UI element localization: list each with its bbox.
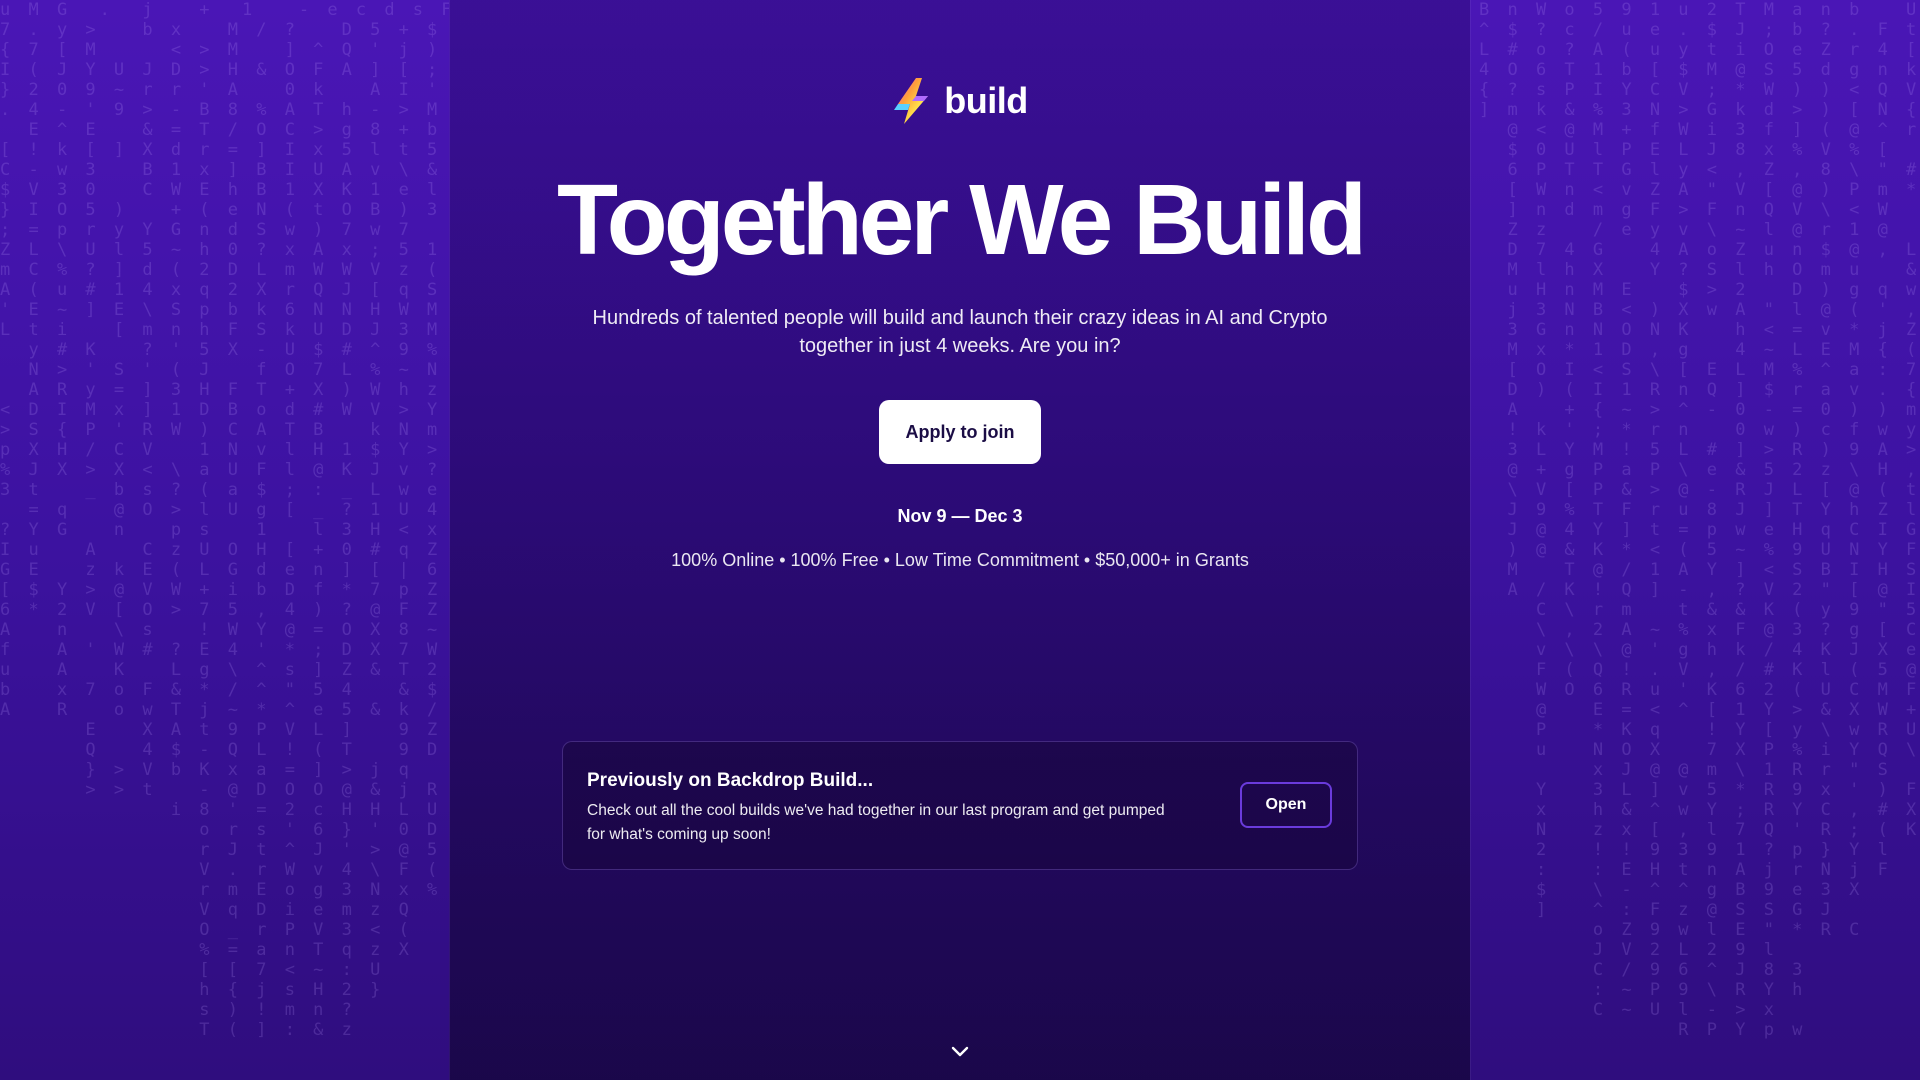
chevron-down-icon[interactable] [948, 1040, 972, 1064]
brand-logo[interactable]: build [0, 78, 1920, 124]
card-description: Check out all the cool builds we've had … [587, 802, 1165, 843]
previous-build-card: Previously on Backdrop Build... Check ou… [562, 741, 1358, 870]
landing-page: u M G . j + 1 - e c d s F d 7 . y > b x … [0, 0, 1920, 1080]
hero-title: Together We Build [556, 164, 1367, 276]
brand-name: build [944, 80, 1028, 121]
event-features: 100% Online • 100% Free • Low Time Commi… [671, 550, 1249, 570]
card-title: Previously on Backdrop Build... [587, 770, 874, 791]
apply-to-join-button[interactable]: Apply to join [879, 400, 1041, 464]
lightning-bolt-logo-icon [894, 78, 929, 124]
hero-subtitle: Hundreds of talented people will build a… [592, 307, 1328, 357]
open-button[interactable]: Open [1240, 782, 1332, 828]
event-dates: Nov 9 — Dec 3 [897, 506, 1023, 526]
